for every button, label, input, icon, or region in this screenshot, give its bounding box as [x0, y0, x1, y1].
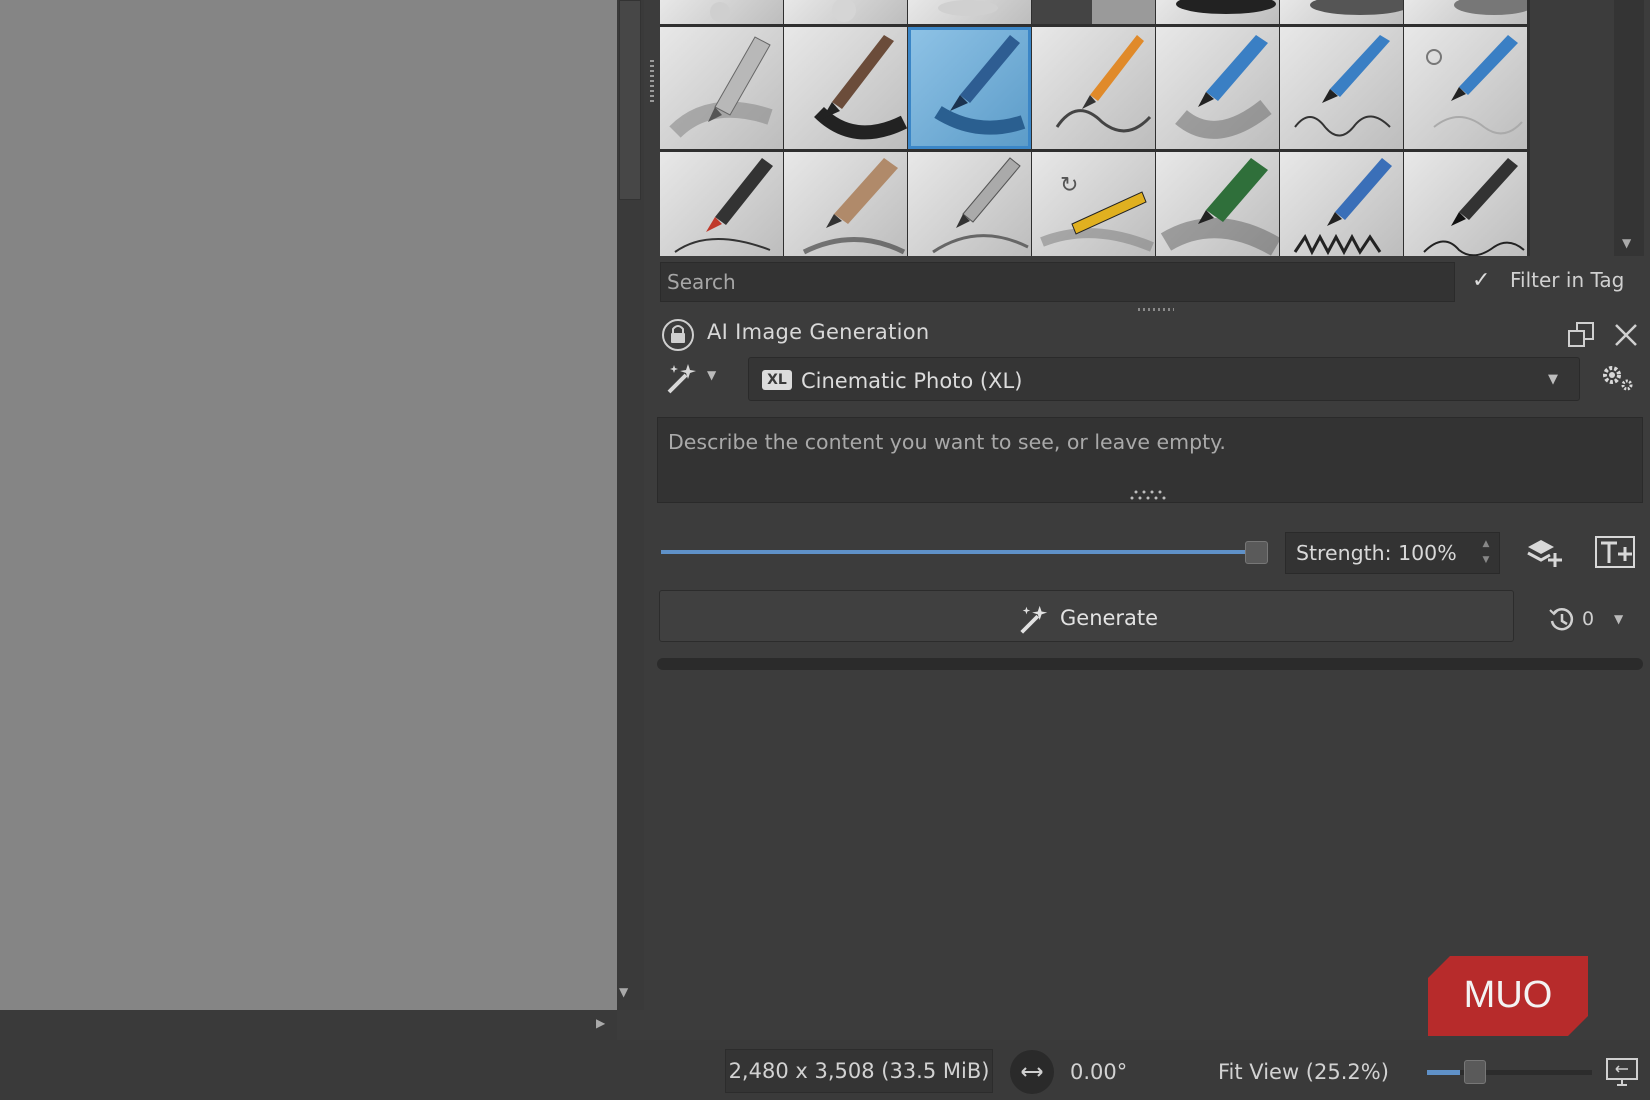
- generation-progress-bar: [657, 658, 1643, 670]
- style-selector-value: Cinematic Photo (XL): [801, 369, 1023, 393]
- vertical-scroll-thumb[interactable]: [619, 0, 641, 200]
- lock-icon[interactable]: [661, 318, 695, 352]
- brush-preset[interactable]: [1404, 152, 1527, 256]
- strength-value: Strength: 100%: [1296, 541, 1457, 565]
- add-layer-icon[interactable]: [1525, 535, 1565, 569]
- settings-icon[interactable]: [1600, 363, 1636, 393]
- brush-preset[interactable]: ↻: [1032, 152, 1155, 256]
- svg-text:↻: ↻: [1060, 173, 1078, 198]
- magic-wand-icon: [1017, 603, 1051, 637]
- brush-search-input[interactable]: Search: [660, 262, 1455, 302]
- chevron-down-icon[interactable]: ▼: [707, 368, 716, 382]
- xl-badge: XL: [762, 370, 792, 390]
- docker-resize-grip[interactable]: [650, 60, 654, 104]
- strength-slider-handle[interactable]: [1245, 541, 1268, 564]
- brush-preset[interactable]: [1280, 152, 1403, 256]
- muo-logo: MUO: [1428, 956, 1588, 1036]
- preset-grid-scrollbar[interactable]: [1614, 0, 1644, 256]
- image-dimensions[interactable]: 2,480 x 3,508 (33.5 MiB): [725, 1049, 993, 1093]
- brush-preset[interactable]: [908, 0, 1031, 24]
- scroll-down-arrow-icon[interactable]: ▼: [619, 985, 628, 999]
- strength-slider[interactable]: [661, 550, 1245, 554]
- generate-label: Generate: [1060, 606, 1159, 630]
- prompt-placeholder: Describe the content you want to see, or…: [668, 430, 1226, 454]
- spin-arrows-icon[interactable]: ▲ ▼: [1476, 536, 1496, 570]
- brush-preset[interactable]: [660, 152, 783, 256]
- rotate-icon[interactable]: [1010, 1050, 1054, 1094]
- brush-preset[interactable]: [1156, 0, 1279, 24]
- brush-preset[interactable]: [908, 152, 1031, 256]
- chevron-down-icon[interactable]: ▼: [1614, 612, 1623, 626]
- zoom-slider-fill: [1427, 1070, 1460, 1075]
- filter-in-tag-label: Filter in Tag: [1510, 268, 1625, 292]
- canvas-horizontal-scrollbar[interactable]: [0, 1010, 617, 1040]
- brush-preset[interactable]: [1280, 0, 1403, 24]
- docker-title: AI Image Generation: [707, 320, 930, 344]
- brush-preset[interactable]: [1404, 0, 1527, 24]
- brush-preset[interactable]: [1404, 27, 1527, 149]
- brush-preset[interactable]: [1032, 0, 1155, 24]
- brush-preset[interactable]: [660, 0, 783, 24]
- magic-wand-icon[interactable]: [664, 361, 700, 397]
- rotation-value: 0.00°: [1070, 1060, 1128, 1084]
- prompt-resize-handle[interactable]: [1128, 487, 1172, 501]
- brush-preset[interactable]: [784, 27, 907, 149]
- brush-preset[interactable]: [784, 0, 907, 24]
- canvas-area[interactable]: [0, 0, 617, 1010]
- brush-preset-selected[interactable]: [908, 27, 1031, 149]
- brush-preset[interactable]: [1156, 152, 1279, 256]
- brush-preset[interactable]: [1032, 27, 1155, 149]
- history-count: 0: [1582, 608, 1595, 630]
- monitor-icon[interactable]: [1605, 1057, 1639, 1087]
- zoom-slider-handle[interactable]: [1464, 1060, 1486, 1084]
- float-icon[interactable]: [1566, 320, 1596, 350]
- history-icon[interactable]: [1547, 605, 1577, 635]
- docker-splitter[interactable]: [1138, 308, 1174, 311]
- brush-preset[interactable]: [1280, 27, 1403, 149]
- brush-preset[interactable]: [784, 152, 907, 256]
- zoom-label[interactable]: Fit View (25.2%): [1218, 1060, 1389, 1084]
- brush-preset-grid: ↻: [660, 0, 1530, 256]
- close-icon[interactable]: [1613, 322, 1639, 348]
- scroll-right-arrow-icon[interactable]: ▶: [596, 1016, 605, 1030]
- filter-in-tag-checkbox[interactable]: ✓: [1472, 268, 1490, 293]
- scroll-down-arrow-icon[interactable]: ▼: [1622, 236, 1631, 250]
- add-text-icon[interactable]: [1594, 535, 1636, 569]
- chevron-down-icon: ▼: [1548, 372, 1558, 387]
- brush-preset[interactable]: [660, 27, 783, 149]
- brush-preset[interactable]: [1156, 27, 1279, 149]
- logo-text: MUO: [1464, 974, 1553, 1016]
